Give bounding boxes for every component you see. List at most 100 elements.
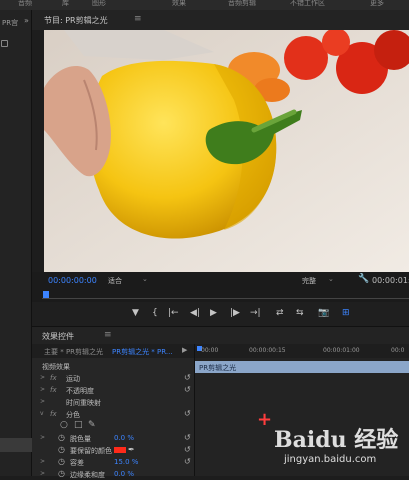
expand-arrow-icon[interactable]: > [40, 398, 45, 405]
watermark-brand: Baidu 经验 [274, 427, 399, 453]
ruler-tick: 00:00 [201, 347, 219, 354]
playback-quality-select[interactable]: 完整 [302, 276, 316, 286]
stopwatch-icon[interactable]: ◷ [58, 433, 65, 442]
effect-label: 运动 [66, 375, 80, 383]
effect-row-time-remap[interactable]: > 时间重映射 [32, 396, 194, 408]
clip-bar[interactable]: PR剪辑之光 [195, 361, 409, 373]
effect-controls-title[interactable]: 效果控件 [42, 331, 74, 342]
program-monitor-header: 节目: PR剪辑之光 ≡ [32, 10, 409, 30]
add-marker-button[interactable]: ▼ [132, 308, 139, 318]
reset-icon[interactable]: ↺ [184, 433, 191, 442]
expand-arrow-icon[interactable]: > [40, 458, 45, 465]
param-row-edge-softness[interactable]: > ◷ 边缘柔和度 0.0 % [32, 468, 194, 480]
menu-audio-clip[interactable]: 音频剪辑 [228, 0, 256, 8]
param-row-keep-color[interactable]: ◷ 要保留的颜色 ✒ ↺ [32, 444, 194, 456]
expand-arrow-icon[interactable]: > [40, 374, 45, 381]
menu-audio[interactable]: 音频 [18, 0, 32, 8]
fx-badge-icon[interactable]: fx [50, 374, 57, 382]
stopwatch-icon[interactable]: ◷ [58, 445, 65, 454]
duration-timecode: 00:00:01:1 [372, 276, 409, 285]
master-clip-label[interactable]: 主要 * PR剪辑之光 [44, 347, 103, 357]
effect-row-motion[interactable]: > fx 运动 ↺ [32, 372, 194, 384]
reset-icon[interactable]: ↺ [184, 409, 191, 418]
param-label: 要保留的颜色 [70, 447, 112, 455]
watermark-url: jingyan.baidu.com [284, 454, 377, 465]
fx-badge-icon[interactable]: fx [50, 410, 57, 418]
master-clip-bar: 主要 * PR剪辑之光 PR剪辑之光 * PR... ▶ [32, 344, 194, 358]
chevron-down-icon[interactable]: ⌄ [328, 275, 334, 283]
playhead-timecode[interactable]: 00:00:00:00 [48, 276, 97, 285]
effect-controls-header: 效果控件 ≡ [32, 326, 409, 344]
clip-name: PR剪辑之光 [199, 364, 237, 372]
left-panel-label[interactable]: PR宫 [2, 18, 18, 28]
menu-graphics[interactable]: 图形 [92, 0, 106, 8]
go-to-out-button[interactable]: →| [250, 308, 261, 318]
comparison-view-icon[interactable]: ⊞ [342, 308, 350, 318]
effect-controls-list: 主要 * PR剪辑之光 PR剪辑之光 * PR... ▶ 视频效果 > fx 运… [32, 344, 194, 479]
stopwatch-icon[interactable]: ◷ [58, 469, 65, 478]
program-monitor-title[interactable]: 节目: PR剪辑之光 [44, 15, 108, 26]
ruler-tick: 00:00:00:15 [249, 347, 286, 354]
left-panel-selected-row[interactable] [0, 438, 32, 452]
color-swatch[interactable] [114, 447, 126, 453]
transport-controls: ▼ { |← ◀| ▶ |▶ →| ⇄ ⇆ 📷 ⊞ [32, 302, 409, 326]
reset-icon[interactable]: ↺ [184, 445, 191, 454]
effect-label: 不透明度 [66, 387, 94, 395]
fx-badge-icon[interactable]: fx [50, 386, 57, 394]
param-row-amount[interactable]: > ◷ 脱色量 0.0 % ↺ [32, 432, 194, 444]
effect-row-opacity[interactable]: > fx 不透明度 ↺ [32, 384, 194, 396]
play-clip-icon[interactable]: ▶ [182, 346, 187, 354]
stopwatch-icon[interactable]: ◷ [58, 457, 65, 466]
collapse-arrow-icon[interactable]: v [40, 410, 44, 417]
edge-softness-value[interactable]: 0.0 % [114, 470, 134, 478]
reset-icon[interactable]: ↺ [184, 457, 191, 466]
workspace-menu-bar: 音频 库 图形 效果 音频剪辑 不错工作区 更多 [0, 0, 409, 10]
monitor-time-bar: 00:00:00:00 适合 ⌄ 完整 ⌄ 🔧 00:00:01:1 [32, 272, 409, 288]
scrubber-playhead[interactable] [43, 291, 49, 298]
rectangle-mask-icon[interactable]: □ [74, 420, 83, 430]
menu-workspace[interactable]: 不错工作区 [290, 0, 325, 8]
param-label: 边缘柔和度 [70, 471, 105, 479]
param-label: 脱色量 [70, 435, 91, 443]
step-forward-button[interactable]: |▶ [230, 308, 240, 318]
video-frame-image [44, 30, 409, 272]
chevron-down-icon[interactable]: ⌄ [142, 275, 148, 283]
overwrite-button[interactable]: ⇆ [296, 308, 304, 318]
ruler-tick: 00:0 [391, 347, 405, 354]
menu-effects[interactable]: 效果 [172, 0, 186, 8]
ellipse-mask-icon[interactable]: ○ [60, 420, 68, 430]
mark-in-button[interactable]: { [152, 308, 158, 318]
effect-label: 分色 [66, 411, 80, 419]
reset-icon[interactable]: ↺ [184, 373, 191, 382]
step-back-button[interactable]: ◀| [190, 308, 200, 318]
scrubber-track[interactable] [42, 298, 409, 299]
reset-icon[interactable]: ↺ [184, 385, 191, 394]
export-frame-icon[interactable]: 📷 [318, 308, 329, 318]
program-monitor-video[interactable] [44, 30, 409, 272]
eyedropper-icon[interactable]: ✒ [128, 445, 135, 454]
expand-arrow-icon[interactable]: > [40, 434, 45, 441]
pen-mask-icon[interactable]: ✎ [88, 420, 96, 430]
go-to-in-button[interactable]: |← [168, 308, 179, 318]
sequence-clip-label[interactable]: PR剪辑之光 * PR... [112, 347, 173, 357]
menu-library[interactable]: 库 [62, 0, 69, 8]
expand-arrow-icon[interactable]: > [40, 386, 45, 393]
zoom-fit-select[interactable]: 适合 [108, 276, 122, 286]
effect-row-leave-color[interactable]: v fx 分色 ↺ [32, 408, 194, 420]
tolerance-value[interactable]: 15.0 % [114, 458, 138, 466]
panel-menu-icon[interactable]: ≡ [104, 330, 112, 340]
amount-value[interactable]: 0.0 % [114, 434, 134, 442]
ruler-tick: 00:00:01:00 [323, 347, 360, 354]
video-effects-section: 视频效果 [32, 360, 194, 372]
play-button[interactable]: ▶ [210, 308, 217, 318]
bin-icon[interactable] [1, 40, 8, 47]
time-ruler[interactable]: 00:00 00:00:00:15 00:00:01:00 00:0 [195, 344, 409, 358]
param-row-tolerance[interactable]: > ◷ 容差 15.0 % ↺ [32, 456, 194, 468]
panel-menu-icon[interactable]: ≡ [134, 14, 142, 24]
monitor-scrubber[interactable] [32, 288, 409, 302]
chevron-right-icon[interactable]: » [24, 16, 29, 25]
menu-more[interactable]: 更多 [370, 0, 384, 8]
param-label: 容差 [70, 459, 84, 467]
insert-button[interactable]: ⇄ [276, 308, 284, 318]
wrench-icon[interactable]: 🔧 [358, 274, 369, 284]
